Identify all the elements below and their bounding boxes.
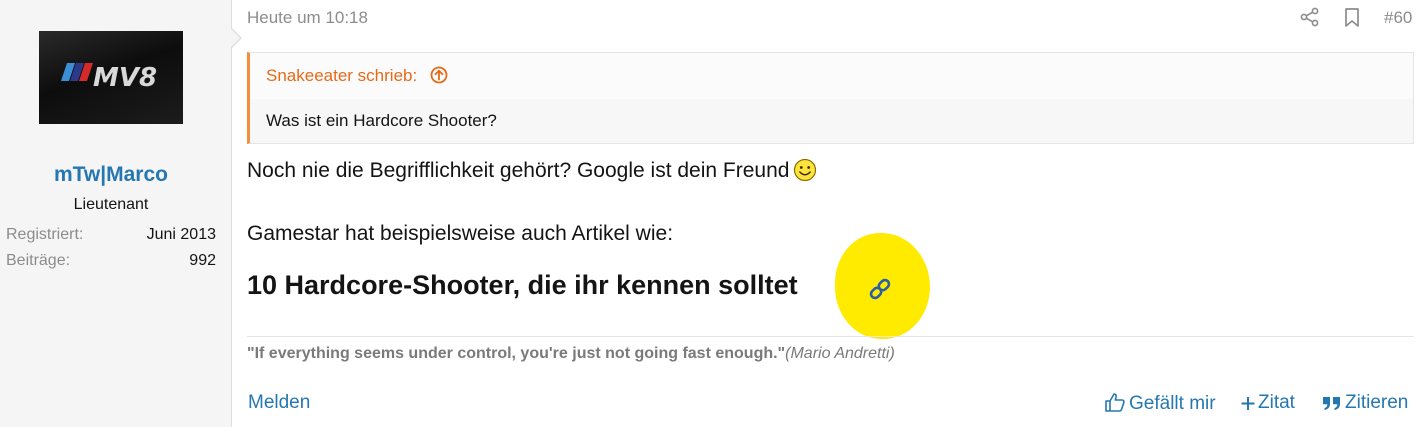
report-link[interactable]: Melden xyxy=(248,392,310,414)
user-arrow-fill xyxy=(231,29,240,47)
signature: "If everything seems under control, you'… xyxy=(247,345,895,363)
signature-author: (Mario Andretti) xyxy=(785,345,895,362)
multi-quote-button[interactable]: Zitat xyxy=(1241,392,1295,414)
quote-icon xyxy=(1323,397,1340,410)
plus-icon xyxy=(1241,397,1255,410)
stat-value: Juni 2013 xyxy=(146,226,216,243)
stat-label: Beiträge: xyxy=(6,252,71,269)
quote-header[interactable]: Snakeeater schrieb: xyxy=(250,53,1413,99)
share-icon[interactable] xyxy=(1299,6,1321,28)
thumbs-up-icon xyxy=(1105,393,1125,412)
like-label: Gefällt mir xyxy=(1129,393,1216,414)
link-icon[interactable] xyxy=(866,275,894,303)
post-text: Noch nie die Begrifflichkeit gehört? Goo… xyxy=(247,159,790,182)
quote-text: Was ist ein Hardcore Shooter? xyxy=(266,111,497,130)
arrow-up-circle-icon[interactable] xyxy=(430,66,448,84)
smiley-icon xyxy=(794,158,817,182)
like-button[interactable]: Gefällt mir xyxy=(1104,392,1216,415)
quote-block: Snakeeater schrieb: Was ist ein Hardcore… xyxy=(247,52,1414,144)
stat-value: 992 xyxy=(189,252,216,269)
avatar-logo: MV8 xyxy=(93,63,157,93)
user-panel: MV8 mTw|Marco Lieutenant Registriert: Ju… xyxy=(0,0,232,427)
stat-registered: Registriert: Juni 2013 xyxy=(6,226,216,248)
reply-label: Zitieren xyxy=(1345,392,1409,413)
post-text-line: Noch nie die Begrifflichkeit gehört? Goo… xyxy=(247,158,817,183)
avatar[interactable]: MV8 xyxy=(39,31,183,124)
reply-button[interactable]: Zitieren xyxy=(1322,392,1408,414)
quote-author[interactable]: Snakeeater schrieb: xyxy=(266,66,417,86)
post-text-line: Gamestar hat beispielsweise auch Artikel… xyxy=(247,222,674,245)
bookmark-icon[interactable] xyxy=(1341,6,1363,28)
multi-quote-label: Zitat xyxy=(1258,392,1295,413)
signature-quote: "If everything seems under control, you'… xyxy=(247,345,786,362)
signature-divider xyxy=(247,336,1414,337)
user-title: Lieutenant xyxy=(73,196,149,213)
stat-label: Registriert: xyxy=(6,226,84,243)
post-date[interactable]: Heute um 10:18 xyxy=(247,8,368,28)
username[interactable]: mTw|Marco xyxy=(0,163,222,187)
post-number[interactable]: #60 xyxy=(1384,8,1412,28)
article-headline: 10 Hardcore-Shooter, die ihr kennen soll… xyxy=(247,270,798,300)
stat-posts: Beiträge: 992 xyxy=(6,252,216,274)
